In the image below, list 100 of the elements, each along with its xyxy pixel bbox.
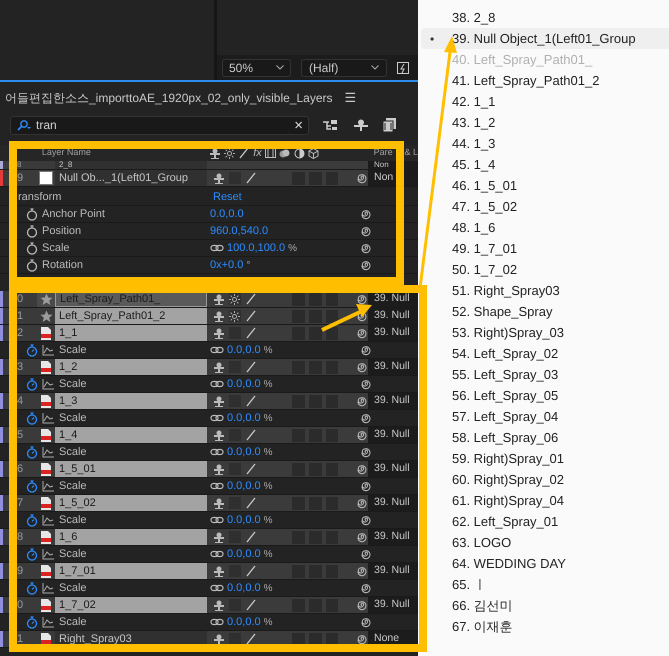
column-header[interactable]: Layer Name bbox=[42, 146, 210, 160]
switch-box[interactable] bbox=[326, 172, 338, 184]
layer-name[interactable]: 1_6 bbox=[55, 529, 207, 545]
property-value[interactable]: 960.0,540.0 bbox=[210, 222, 268, 240]
menu-item[interactable]: 57. Left_Spray_04 bbox=[421, 406, 669, 427]
switch-box[interactable] bbox=[292, 564, 305, 578]
switch-box[interactable] bbox=[292, 310, 305, 322]
menu-item[interactable]: 47. 1_5_02 bbox=[421, 196, 669, 217]
layer-name[interactable]: 1_3 bbox=[55, 393, 207, 409]
menu-item[interactable]: 50. 1_7_02 bbox=[421, 259, 669, 280]
switch-box[interactable] bbox=[292, 530, 305, 544]
layer-name[interactable]: 1_1 bbox=[55, 325, 207, 341]
switch-box[interactable] bbox=[292, 496, 305, 510]
switch-box[interactable] bbox=[292, 462, 305, 476]
switch-box[interactable] bbox=[308, 632, 322, 646]
menu-item[interactable]: 42. 1_1 bbox=[421, 91, 669, 112]
switch-box[interactable] bbox=[308, 598, 322, 612]
menu-item[interactable]: 38. 2_8 bbox=[421, 7, 669, 28]
layer-row[interactable]: 7 1_5_02 39. Null bbox=[0, 495, 418, 512]
property-value[interactable]: 0.0,0.0 bbox=[227, 546, 261, 562]
property-value[interactable]: 0.0,0.0 bbox=[210, 206, 244, 222]
menu-item[interactable]: 54. Left_Spray_02 bbox=[421, 343, 669, 364]
switch-box[interactable] bbox=[292, 394, 305, 408]
layer-name[interactable]: 1_5_02 bbox=[55, 495, 207, 511]
menu-item[interactable]: 48. 1_6 bbox=[421, 217, 669, 238]
property-value[interactable]: 0.0,0.0 bbox=[227, 410, 261, 426]
layer-row[interactable]: 2 1_1 39. Null bbox=[0, 325, 418, 342]
layer-name[interactable]: 1_5_01 bbox=[55, 461, 207, 477]
switch-box[interactable] bbox=[326, 530, 338, 544]
switch-box[interactable] bbox=[308, 310, 322, 322]
switch-box[interactable] bbox=[308, 326, 322, 340]
zoom-dropdown[interactable]: 50% bbox=[222, 58, 291, 76]
layer-name[interactable]: Null Ob..._1(Left01_Group bbox=[55, 170, 207, 186]
menu-item[interactable]: 59. Right)Spray_01 bbox=[421, 448, 669, 469]
layer-name[interactable]: 1_7_01 bbox=[55, 563, 207, 579]
switch-box[interactable] bbox=[229, 293, 241, 305]
menu-item[interactable]: 41. Left_Spray_Path01_2 bbox=[421, 70, 669, 91]
switch-box[interactable] bbox=[292, 326, 305, 340]
switch-box[interactable] bbox=[326, 496, 338, 510]
reset-link[interactable]: Reset bbox=[213, 188, 242, 206]
layer-row[interactable]: 0 1_7_02 39. Null bbox=[0, 597, 418, 614]
property-value[interactable]: 0.0,0.0 bbox=[227, 478, 261, 494]
menu-item[interactable]: 45. 1_4 bbox=[421, 154, 669, 175]
property-value[interactable]: 0.0,0.0 bbox=[227, 614, 261, 630]
switch-box[interactable] bbox=[292, 598, 305, 612]
menu-item[interactable]: 66. 김선미 bbox=[421, 595, 669, 616]
resolution-dropdown[interactable]: (Half) bbox=[301, 58, 387, 76]
layer-name[interactable]: 1_4 bbox=[55, 427, 207, 443]
switch-box[interactable] bbox=[326, 598, 338, 612]
switch-box[interactable] bbox=[308, 394, 322, 408]
menu-item[interactable]: 60. Right)Spray_02 bbox=[421, 469, 669, 490]
layer-row[interactable]: 1 Left_Spray_Path01_2 39. Null bbox=[0, 308, 418, 325]
layer-name[interactable]: 1_2 bbox=[55, 359, 207, 375]
menu-item[interactable]: 46. 1_5_01 bbox=[421, 175, 669, 196]
menu-icon[interactable]: ☰ bbox=[344, 88, 356, 108]
menu-item[interactable]: 53. Right)Spray_03 bbox=[421, 322, 669, 343]
switch-box[interactable] bbox=[292, 292, 305, 306]
menu-item[interactable]: 51. Right_Spray03 bbox=[421, 280, 669, 301]
property-value[interactable]: 0.0,0.0 bbox=[227, 342, 261, 358]
switch-box[interactable] bbox=[308, 360, 322, 374]
layer-row[interactable]: 1 Right_Spray03 None bbox=[0, 631, 418, 648]
column-header[interactable]: Pare bbox=[374, 146, 396, 160]
switch-box[interactable] bbox=[308, 496, 322, 510]
menu-item[interactable]: 55. Left_Spray_03 bbox=[421, 364, 669, 385]
switch-box[interactable] bbox=[292, 632, 305, 646]
switch-box[interactable] bbox=[292, 360, 305, 374]
property-value[interactable]: 0.0,0.0 bbox=[227, 580, 261, 596]
menu-item[interactable]: 43. 1_2 bbox=[421, 112, 669, 133]
menu-item[interactable]: 44. 1_3 bbox=[421, 133, 669, 154]
switch-box[interactable] bbox=[292, 172, 305, 184]
layer-name[interactable]: 1_7_02 bbox=[55, 597, 207, 613]
composition-tab-title[interactable]: 어들편집한소스_importtoAE_1920px_02_only_visible_Layers bbox=[5, 88, 332, 106]
property-value[interactable]: 0.0,0.0 bbox=[227, 444, 261, 460]
menu-item[interactable]: 65. ㅣ bbox=[421, 574, 669, 595]
switch-box[interactable] bbox=[326, 564, 338, 578]
layer-name[interactable]: Left_Spray_Path01_2 bbox=[55, 308, 207, 324]
switch-box[interactable] bbox=[308, 462, 322, 476]
switch-box[interactable] bbox=[229, 310, 241, 322]
menu-item[interactable]: 61. Right)Spray_04 bbox=[421, 490, 669, 511]
property-value[interactable]: 0.0,0.0 bbox=[227, 512, 261, 528]
layer-row[interactable]: 6 1_5_01 39. Null bbox=[0, 461, 418, 478]
menu-item[interactable]: 56. Left_Spray_05 bbox=[421, 385, 669, 406]
menu-item[interactable]: 58. Left_Spray_06 bbox=[421, 427, 669, 448]
layer-row[interactable]: 9 Null Ob..._1(Left01_Group Non bbox=[0, 170, 418, 187]
property-value[interactable]: 0x+0.0 bbox=[210, 256, 244, 274]
switch-box[interactable] bbox=[308, 428, 322, 442]
menu-item[interactable]: 67. 이재훈 bbox=[421, 616, 669, 637]
menu-item[interactable]: 62. Left_Spray_01 bbox=[421, 511, 669, 532]
menu-item[interactable]: 63. LOGO bbox=[421, 532, 669, 553]
menu-item[interactable]: 52. Shape_Spray bbox=[421, 301, 669, 322]
switch-box[interactable] bbox=[326, 462, 338, 476]
column-header[interactable]: & L bbox=[404, 146, 418, 160]
layer-row[interactable]: 4 1_3 39. Null bbox=[0, 393, 418, 410]
switch-box[interactable] bbox=[229, 633, 241, 645]
switch-box[interactable] bbox=[308, 172, 322, 184]
switch-box[interactable] bbox=[308, 292, 322, 306]
layer-row[interactable]: 0 Left_Spray_Path01_ 39. Null bbox=[0, 291, 418, 308]
switch-box[interactable] bbox=[326, 310, 338, 322]
layer-row[interactable]: 9 1_7_01 39. Null bbox=[0, 563, 418, 580]
menu-item[interactable]: • 39. Null Object_1(Left01_Group bbox=[421, 28, 669, 49]
